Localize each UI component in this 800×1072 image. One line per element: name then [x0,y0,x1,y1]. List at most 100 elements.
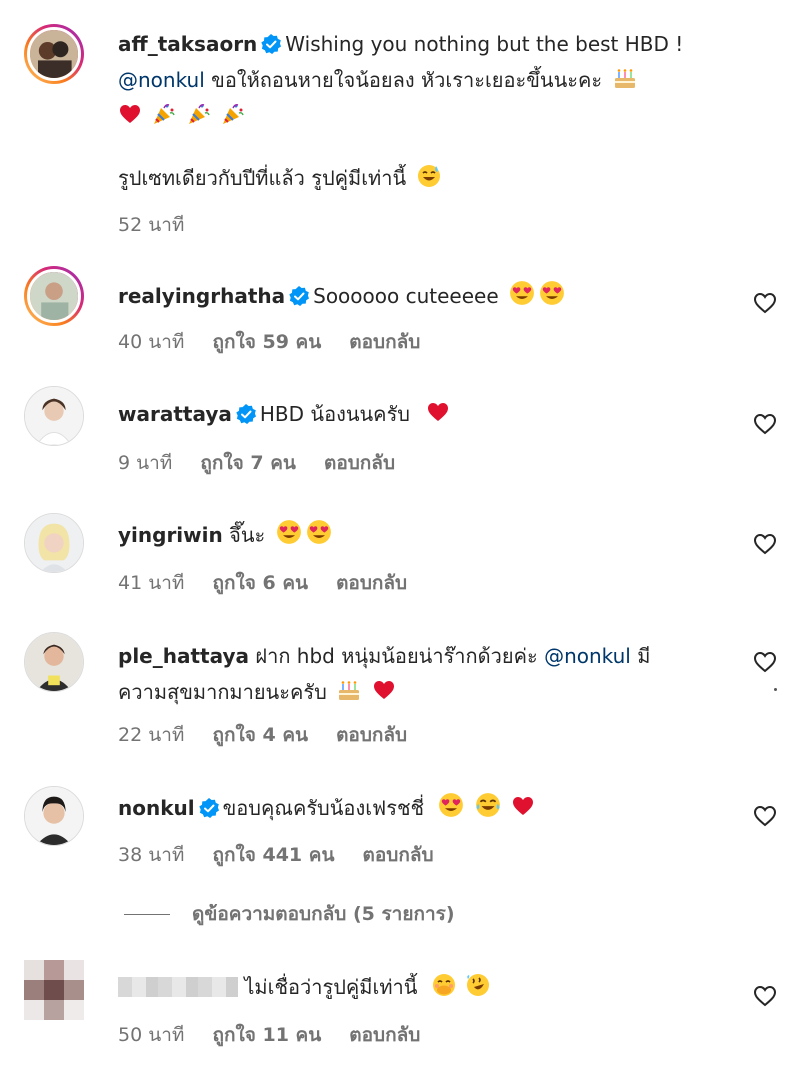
heart-eyes-emoji-icon [276,520,301,544]
heart-eyes-emoji-icon [439,793,464,817]
heart-outline-icon[interactable] [753,532,777,556]
party-popper-icon [222,103,245,125]
comment-meta: 40 นาที ถูกใจ 59 คน ตอบกลับ [118,327,442,357]
timestamp[interactable]: 40 นาที [118,331,184,353]
tears-of-joy-emoji-icon [475,792,501,818]
avatar-photo [30,30,78,78]
heart-eyes-emoji-icon [510,281,534,305]
timestamp[interactable]: 52 นาที [118,214,184,236]
comment-body: warattaya HBD น้องนนครับ [118,396,738,432]
username[interactable]: realyingrhatha [118,284,285,308]
reply-button[interactable]: ตอบกลับ [349,1024,420,1046]
comment-meta: 38 นาที ถูกใจ 441 คน ตอบกลับ [118,840,456,870]
verified-badge-icon [289,286,310,306]
username[interactable]: warattaya [118,402,232,426]
mention-link[interactable]: @nonkul [544,644,631,668]
avatar[interactable] [24,632,84,692]
avatar-blurred[interactable] [24,960,84,1020]
verified-badge-icon [261,34,282,54]
timestamp[interactable]: 22 นาที [118,724,184,746]
likes-count[interactable]: ถูกใจ 4 คน [212,724,308,746]
heart-eyes-emoji-icon [540,281,564,305]
comment-body: nonkul ขอบคุณครับน้องเฟรชชี่ [118,790,738,826]
avatar[interactable] [24,266,84,326]
comment-body: ple_hattaya ฝาก hbd หนุ่มน้อยน่าร๊ากด้วย… [118,638,738,710]
verified-badge-icon [235,404,256,424]
comment-body: aff_taksaorn Wishing you nothing but the … [118,26,738,134]
reply-button[interactable]: ตอบกลับ [349,331,420,353]
comment-meta: 52 นาที [118,210,206,240]
likes-count[interactable]: ถูกใจ 441 คน [212,844,334,866]
timestamp[interactable]: 50 นาที [118,1024,184,1046]
username[interactable]: yingriwin [118,523,223,547]
avatar[interactable] [24,786,84,846]
comment-text: ขอบคุณครับน้องเฟรชชี่ [222,796,425,820]
mention-link[interactable]: @nonkul [118,68,205,92]
heart-outline-icon[interactable] [753,984,777,1008]
comment-meta: 50 นาที ถูกใจ 11 คน ตอบกลับ [118,1020,442,1050]
grinning-sweat-emoji-icon [416,164,441,188]
party-popper-icon [187,103,210,125]
username[interactable]: ple_hattaya [118,644,249,668]
more-options-dot[interactable] [774,688,777,691]
avatar-photo [25,787,83,845]
heart-eyes-emoji-icon [306,520,331,544]
username-blurred[interactable] [118,977,238,997]
pixelated-avatar [24,960,84,1020]
reply-button[interactable]: ตอบกลับ [336,572,407,594]
reply-button[interactable]: ตอบกลับ [324,452,395,474]
heart-emoji-icon [428,403,449,421]
avatar-photo [25,633,83,691]
reply-button[interactable]: ตอบกลับ [336,724,407,746]
comment-text: ไม่เชื่อว่ารูปคู่มีเท่านี้ [244,975,418,999]
username[interactable]: nonkul [118,796,195,820]
comment-text: จึ๊นะ [229,523,266,547]
comment-text-extra: รูปเซทเดียวกับปีที่แล้ว รูปคู่มีเท่านี้ [118,166,407,190]
heart-emoji-icon [373,681,394,699]
divider-line [124,913,170,915]
party-popper-icon [153,103,176,125]
heart-outline-icon[interactable] [753,412,777,436]
comment-meta: 22 นาที ถูกใจ 4 คน ตอบกลับ [118,720,429,750]
comment-extra: รูปเซทเดียวกับปีที่แล้ว รูปคู่มีเท่านี้ [118,160,738,196]
comment-meta: 9 นาที ถูกใจ 7 คน ตอบกลับ [118,448,417,478]
avatar-photo [25,387,83,445]
likes-count[interactable]: ถูกใจ 7 คน [200,452,296,474]
birthday-cake-icon [614,69,635,88]
timestamp[interactable]: 38 นาที [118,844,184,866]
heart-emoji-icon [513,797,534,815]
reply-button[interactable]: ตอบกลับ [363,844,434,866]
verified-badge-icon [198,798,219,818]
heart-outline-icon[interactable] [753,291,777,315]
avatar[interactable] [24,24,84,84]
shy-hand-over-mouth-emoji-icon [431,973,456,997]
comment-text: ฝาก hbd หนุ่มน้อยน่าร๊ากด้วยค่ะ [255,644,538,668]
comment-text: HBD น้องนนครับ [259,402,411,426]
comment-body: realyingrhatha Soooooo cuteeeee [118,278,738,314]
comment-meta: 41 นาที ถูกใจ 6 คน ตอบกลับ [118,568,429,598]
birthday-cake-icon [339,681,360,700]
comment-body: ไม่เชื่อว่ารูปคู่มีเท่านี้ [118,969,738,1005]
comment-text: Soooooo cuteeeee [313,284,499,308]
timestamp[interactable]: 9 นาที [118,452,172,474]
rolling-laughing-emoji-icon [466,973,490,997]
view-replies-label: ดูข้อความตอบกลับ (5 รายการ) [192,903,455,925]
comment-text-after: มี [637,644,651,668]
avatar-photo [30,272,78,320]
comment-text: Wishing you nothing but the best HBD ! [285,32,684,56]
view-replies-button[interactable]: ดูข้อความตอบกลับ (5 รายการ) [124,899,455,929]
likes-count[interactable]: ถูกใจ 11 คน [212,1024,321,1046]
comment-text-line2: ความสุขมากมายนะครับ [118,680,327,704]
timestamp[interactable]: 41 นาที [118,572,184,594]
username[interactable]: aff_taksaorn [118,32,257,56]
likes-count[interactable]: ถูกใจ 59 คน [212,331,321,353]
avatar[interactable] [24,513,84,573]
likes-count[interactable]: ถูกใจ 6 คน [212,572,308,594]
avatar-photo [25,514,83,572]
avatar[interactable] [24,386,84,446]
heart-outline-icon[interactable] [753,804,777,828]
comment-text-line2: ขอให้ถอนหายใจน้อยลง หัวเราะเยอะขึ้นนะคะ [211,68,603,92]
comment-body: yingriwin จึ๊นะ [118,517,738,553]
heart-emoji-icon [120,105,140,123]
heart-outline-icon[interactable] [753,650,777,674]
